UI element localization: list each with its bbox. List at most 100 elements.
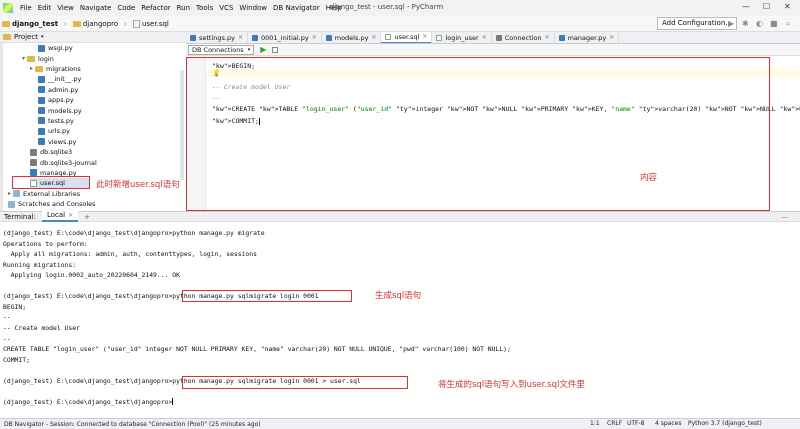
editor-tab[interactable]: 0001_initial.py ✕ bbox=[248, 32, 322, 43]
menu-navigate[interactable]: Navigate bbox=[77, 4, 114, 12]
tree-item-label: admin.py bbox=[48, 85, 79, 94]
library-icon bbox=[13, 190, 21, 198]
breadcrumb-item[interactable]: djangopro bbox=[71, 20, 120, 28]
new-file-annotation-box bbox=[12, 176, 90, 189]
debug-icon[interactable]: ✱ bbox=[742, 19, 749, 28]
stop-icon[interactable]: ■ bbox=[770, 19, 778, 28]
write-sql-command-box bbox=[182, 376, 408, 389]
sql-file-icon bbox=[132, 19, 140, 28]
close-icon[interactable]: ✕ bbox=[784, 2, 791, 11]
terminal-line: (django_test) E:\code\django_test\django… bbox=[3, 397, 174, 406]
editor-tab-label: Connection bbox=[504, 33, 542, 42]
editor-tab[interactable]: settings.py ✕ bbox=[186, 32, 248, 43]
close-tab-icon[interactable]: ✕ bbox=[312, 34, 317, 41]
editor-tab[interactable]: user.sql ✕ bbox=[381, 32, 433, 43]
tree-item[interactable]: ▸ External Libraries bbox=[8, 189, 80, 199]
terminal-line: CREATE TABLE "login_user" ("user_id" int… bbox=[3, 345, 511, 354]
menu-tools[interactable]: Tools bbox=[193, 4, 216, 12]
close-tab-icon[interactable]: ✕ bbox=[68, 212, 73, 219]
caret-position[interactable]: 1:1 bbox=[590, 420, 600, 427]
python-file-icon bbox=[252, 34, 258, 41]
chevron-down-icon[interactable]: ▾ bbox=[41, 34, 44, 40]
close-tab-icon[interactable]: ✕ bbox=[545, 34, 550, 41]
add-configuration-button[interactable]: Add Configuration... bbox=[657, 17, 737, 30]
python-interpreter[interactable]: Python 3.7 (django_test) bbox=[688, 420, 762, 427]
close-tab-icon[interactable]: ✕ bbox=[238, 34, 243, 41]
menu-refactor[interactable]: Refactor bbox=[138, 4, 173, 12]
chevron-right-icon[interactable]: ▸ bbox=[8, 190, 11, 197]
db-connection-selector[interactable]: DB Connections ▾ bbox=[188, 44, 255, 55]
editor-tab[interactable]: login_user ✕ bbox=[432, 32, 492, 43]
maximize-icon[interactable]: ☐ bbox=[763, 2, 770, 11]
tree-item[interactable]: views.py bbox=[38, 137, 76, 147]
close-tab-icon[interactable]: ✕ bbox=[422, 33, 427, 40]
tree-item[interactable]: tests.py bbox=[38, 116, 74, 126]
database-file-icon bbox=[495, 34, 502, 41]
tree-item[interactable]: admin.py bbox=[38, 85, 78, 95]
tree-item[interactable]: db.sqlite3-journal bbox=[30, 157, 97, 167]
tree-item-label: urls.py bbox=[48, 127, 71, 136]
pycharm-logo-icon bbox=[3, 3, 13, 13]
tree-item-label: apps.py bbox=[48, 96, 74, 105]
terminal-line: Applying login.0002_auto_20220604_2149..… bbox=[3, 271, 180, 280]
tree-item[interactable]: wsgi.py bbox=[38, 43, 73, 53]
tree-item-label: tests.py bbox=[48, 116, 74, 125]
tree-item-label: views.py bbox=[48, 137, 77, 146]
tree-item-label: Scratches and Consoles bbox=[18, 200, 96, 209]
breadcrumb-item[interactable]: user.sql bbox=[131, 19, 171, 28]
file-encoding[interactable]: UTF-8 bbox=[627, 420, 645, 427]
menu-file[interactable]: File bbox=[17, 4, 35, 12]
menu-code[interactable]: Code bbox=[114, 4, 138, 12]
menu-run[interactable]: Run bbox=[174, 4, 193, 12]
generate-sql-annotation: 生成sql语句 bbox=[375, 291, 422, 301]
tree-item[interactable]: models.py bbox=[38, 105, 82, 115]
stop-execution-icon[interactable] bbox=[272, 46, 279, 53]
indent-setting[interactable]: 4 spaces bbox=[655, 420, 681, 427]
terminal-tab-local[interactable]: Local ✕ bbox=[41, 211, 79, 222]
chevron-right-icon[interactable]: ▸ bbox=[30, 65, 33, 72]
project-scrollbar[interactable] bbox=[180, 70, 184, 180]
sqlmigrate-command-box bbox=[182, 290, 352, 302]
menu-view[interactable]: View bbox=[54, 4, 77, 12]
menu-db-navigator[interactable]: DB Navigator bbox=[270, 4, 323, 12]
line-separator[interactable]: CRLF bbox=[607, 420, 622, 427]
database-file-icon bbox=[30, 159, 37, 167]
run-icon[interactable]: ▶ bbox=[728, 19, 734, 28]
tree-item[interactable]: urls.py bbox=[38, 126, 70, 136]
editor-tab-label: manager.py bbox=[567, 33, 607, 42]
project-panel-header: Project ▾ bbox=[0, 32, 186, 43]
tree-item[interactable]: db.sqlite3 bbox=[30, 147, 72, 157]
close-tab-icon[interactable]: ✕ bbox=[482, 34, 487, 41]
close-tab-icon[interactable]: ✕ bbox=[609, 34, 614, 41]
terminal-label: Terminal: bbox=[4, 212, 36, 221]
breadcrumb-item[interactable]: django_test bbox=[0, 20, 60, 28]
editor-tab[interactable]: Connection ✕ bbox=[492, 32, 555, 43]
editor-tab-label: login_user bbox=[445, 33, 479, 42]
terminal-line: Apply all migrations: admin, auth, conte… bbox=[3, 250, 257, 259]
editor-tab[interactable]: models.py ✕ bbox=[322, 32, 382, 43]
menu-window[interactable]: Window bbox=[236, 4, 270, 12]
python-file-icon bbox=[38, 117, 45, 125]
menu-vcs[interactable]: VCS bbox=[216, 4, 236, 12]
editor-tab[interactable]: manager.py ✕ bbox=[555, 32, 620, 43]
close-tab-icon[interactable]: ✕ bbox=[371, 34, 376, 41]
search-icon[interactable]: ⌕ bbox=[786, 19, 790, 29]
hide-panel-icon[interactable]: — bbox=[781, 213, 788, 221]
execute-statement-icon[interactable]: ▶ bbox=[260, 45, 266, 54]
tree-item[interactable]: ▸ migrations bbox=[30, 64, 81, 74]
tree-item-label: migrations bbox=[46, 64, 81, 73]
content-annotation: 内容 bbox=[640, 173, 658, 183]
chevron-down-icon[interactable]: ▾ bbox=[22, 55, 25, 62]
minimize-icon[interactable]: — bbox=[742, 2, 750, 11]
status-bar: DB Navigator - Session: Connected to dat… bbox=[0, 418, 800, 429]
coverage-icon[interactable]: ◐ bbox=[756, 19, 763, 28]
menu-edit[interactable]: Edit bbox=[35, 4, 55, 12]
terminal-line: -- bbox=[3, 313, 11, 322]
tree-item[interactable]: apps.py bbox=[38, 95, 74, 105]
new-terminal-icon[interactable]: + bbox=[84, 213, 90, 221]
tree-item[interactable]: __init__.py bbox=[38, 74, 81, 84]
python-file-icon bbox=[325, 34, 332, 41]
tree-item[interactable]: Scratches and Consoles bbox=[8, 199, 96, 209]
project-view-selector[interactable]: Project bbox=[14, 33, 38, 41]
tree-item[interactable]: ▾ login bbox=[22, 53, 54, 63]
